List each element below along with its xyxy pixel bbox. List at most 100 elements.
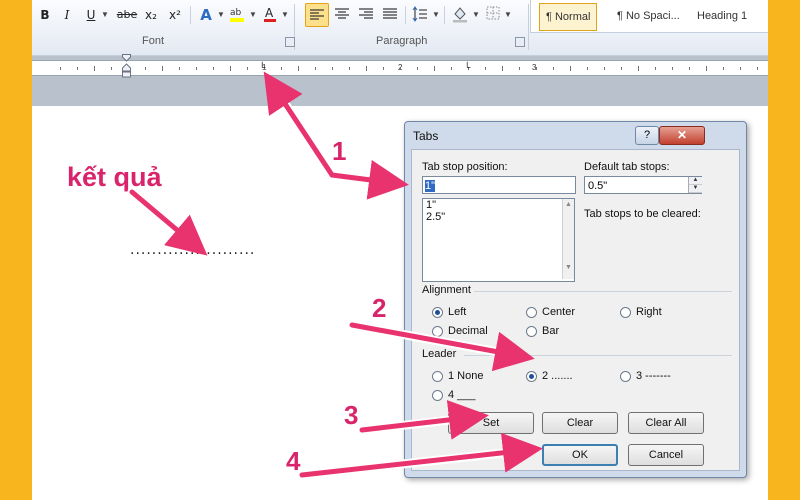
line-spacing-icon[interactable] — [410, 5, 430, 25]
divider — [464, 355, 732, 356]
default-tab-stops-spinner[interactable]: ▲ ▼ — [688, 177, 702, 193]
ruler-tick — [366, 66, 367, 71]
help-button[interactable]: ? — [635, 126, 659, 145]
text-effects-icon[interactable]: A — [197, 5, 215, 25]
paragraph-dialog-launcher-icon[interactable] — [515, 37, 525, 47]
group-divider — [528, 4, 529, 50]
ruler-tick — [570, 66, 571, 71]
divider — [444, 6, 445, 24]
leader-dots-radio[interactable] — [526, 371, 537, 382]
alignment-decimal-label: Decimal — [448, 325, 488, 337]
line-spacing-dropdown-icon[interactable]: ▼ — [432, 5, 440, 25]
subscript-button[interactable]: x₂ — [142, 5, 160, 25]
step-number-2: 2 — [372, 293, 387, 323]
style-heading-1[interactable]: Heading 1 — [691, 3, 753, 29]
style-no-spacing[interactable]: ¶ No Spaci... — [611, 3, 686, 29]
ruler-tick — [604, 67, 605, 70]
align-right-icon[interactable] — [356, 5, 376, 25]
step-number-1: 1 — [332, 136, 347, 166]
shading-icon[interactable] — [450, 5, 470, 25]
alignment-center-radio[interactable] — [526, 307, 537, 318]
ruler-tick — [417, 67, 418, 70]
alignment-right-radio[interactable] — [620, 307, 631, 318]
ok-button[interactable]: OK — [542, 444, 618, 466]
align-center-icon[interactable] — [332, 5, 352, 25]
set-button[interactable]: Set — [448, 412, 534, 434]
underline-dropdown-icon[interactable]: ▼ — [101, 5, 109, 25]
ruler-tick — [383, 67, 384, 70]
ruler-tick — [655, 67, 656, 70]
spin-up-icon[interactable]: ▲ — [689, 177, 702, 185]
spin-down-icon[interactable]: ▼ — [689, 185, 702, 193]
bold-button[interactable]: B — [38, 5, 52, 25]
italic-button[interactable]: I — [60, 5, 74, 25]
style-normal[interactable]: ¶ Normal — [539, 3, 598, 31]
alignment-right-label: Right — [636, 306, 662, 318]
ruler-tick — [111, 67, 112, 70]
paragraph-group-label: Paragraph — [376, 35, 428, 47]
horizontal-ruler[interactable]: 1 2 3 — [32, 60, 768, 76]
ruler-tick — [230, 66, 231, 71]
font-dialog-launcher-icon[interactable] — [285, 37, 295, 47]
tab-stop-position-input[interactable]: 1" — [422, 176, 576, 194]
ruler-tick — [179, 67, 180, 70]
alignment-label: Alignment — [422, 284, 471, 296]
alignment-left-radio[interactable] — [432, 307, 443, 318]
borders-dropdown-icon[interactable]: ▼ — [504, 5, 512, 25]
strikethrough-button[interactable]: abe — [116, 5, 138, 25]
borders-icon[interactable] — [484, 5, 502, 25]
ruler-tick — [536, 67, 537, 70]
clear-button[interactable]: Clear — [542, 412, 618, 434]
superscript-button[interactable]: x² — [166, 5, 184, 25]
list-item[interactable]: 1" — [423, 199, 574, 211]
ruler-tick — [451, 67, 452, 70]
ruler-tick — [298, 66, 299, 71]
leader-preview-text: ....................... — [130, 242, 256, 258]
list-item[interactable]: 2.5" — [423, 211, 574, 223]
alignment-center-label: Center — [542, 306, 576, 318]
ruler-tick — [485, 67, 486, 70]
divider — [190, 6, 191, 24]
result-annotation-text: kết quả — [67, 162, 162, 192]
list-scrollbar[interactable]: ▲ ▼ — [562, 199, 574, 279]
cancel-button[interactable]: Cancel — [628, 444, 704, 466]
dialog-title: Tabs — [413, 129, 439, 143]
ruler-tick — [638, 66, 639, 71]
highlight-dropdown-icon[interactable]: ▼ — [249, 5, 257, 25]
leader-none-radio[interactable] — [432, 371, 443, 382]
close-button[interactable]: ✕ — [659, 126, 705, 145]
left-tab-stop-icon[interactable]: └ — [464, 62, 470, 72]
underline-button[interactable]: U — [84, 5, 98, 25]
align-left-button[interactable] — [305, 3, 329, 27]
shading-dropdown-icon[interactable]: ▼ — [472, 5, 480, 25]
text-effects-dropdown-icon[interactable]: ▼ — [217, 5, 225, 25]
justify-icon[interactable] — [380, 5, 400, 25]
tab-stop-position-label: Tab stop position: — [422, 161, 508, 173]
default-tab-stops-label: Default tab stops: — [584, 161, 670, 173]
arrow-to-result — [129, 189, 208, 256]
default-tab-stops-input[interactable]: 0.5" — [584, 176, 702, 194]
leader-underline-radio[interactable] — [432, 390, 443, 401]
alignment-decimal-radio[interactable] — [432, 326, 443, 337]
ruler-tick — [315, 67, 316, 70]
word-window: B I U ▼ abe x₂ x² A ▼ ab ▼ A ▼ ▼ ▼ ▼ Fon… — [32, 0, 768, 500]
leader-dashes-label: 3 ------- — [636, 370, 671, 382]
highlight-icon[interactable]: ab — [228, 5, 246, 25]
leader-dots-label: 2 ....... — [542, 370, 573, 382]
font-color-icon[interactable]: A — [262, 5, 278, 25]
arrow-to-tab-stop-input — [329, 159, 409, 200]
indent-marker-icon[interactable] — [122, 54, 131, 78]
ruler-tick — [162, 66, 163, 71]
ruler-tick — [672, 67, 673, 70]
leader-underline-label: 4 ___ — [448, 389, 476, 401]
ruler-tick — [332, 67, 333, 70]
step-number-4: 4 — [286, 446, 301, 476]
leader-dashes-radio[interactable] — [620, 371, 631, 382]
alignment-bar-radio[interactable] — [526, 326, 537, 337]
ruler-tick — [349, 67, 350, 70]
tab-stops-list[interactable]: 1" 2.5" ▲ ▼ — [422, 198, 575, 282]
ruler-tick — [434, 66, 435, 71]
font-color-dropdown-icon[interactable]: ▼ — [281, 5, 289, 25]
clear-all-button[interactable]: Clear All — [628, 412, 704, 434]
left-tab-stop-icon[interactable]: └ — [259, 62, 265, 72]
